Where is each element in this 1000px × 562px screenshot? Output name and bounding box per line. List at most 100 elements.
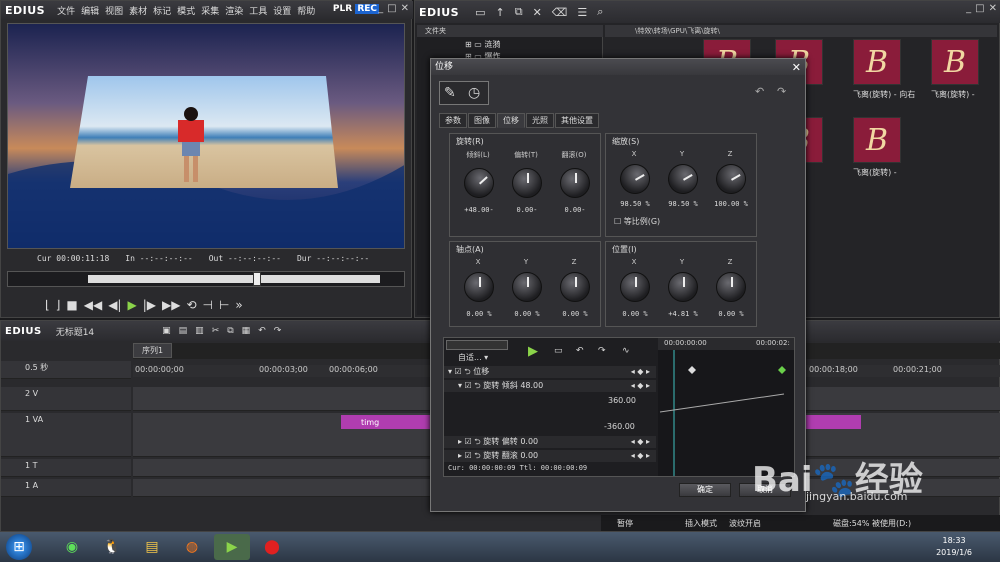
menu-settings[interactable]: 设置 [273, 4, 291, 17]
cut-tool-icon[interactable]: ✂ [212, 326, 220, 336]
kf-row-transform[interactable]: ▾ ☑ ⮌ 位移 ◂ ◆ ▸ [444, 366, 656, 378]
pivot-z-knob[interactable] [560, 272, 590, 302]
firefox-icon[interactable]: ◍ [174, 534, 210, 560]
qq-icon[interactable]: 🐧 [94, 534, 130, 560]
zoom-control[interactable]: 0.5 秒 [1, 361, 131, 379]
step-back-icon[interactable]: ◀| [108, 298, 121, 312]
menu-render[interactable]: 渲染 [225, 4, 243, 17]
pivot-z-value[interactable]: 0.00 % [550, 310, 600, 318]
system-clock[interactable]: 18:33 2019/1/6 [936, 535, 972, 559]
palette-icon[interactable]: ✎ [444, 85, 456, 101]
rotation-roll-value[interactable]: 0.00- [550, 206, 600, 214]
transition-thumb[interactable]: B [853, 39, 901, 85]
scrub-handle[interactable] [253, 272, 262, 286]
paste-icon[interactable]: ▦ [242, 326, 251, 336]
pivot-x-value[interactable]: 0.00 % [454, 310, 504, 318]
sequence-tab[interactable]: 序列1 [133, 343, 173, 358]
fast-forward-icon[interactable]: ▶▶ [162, 298, 180, 312]
rotation-tilt-value[interactable]: +48.00- [454, 206, 504, 214]
kf-row-roll[interactable]: ▸ ☑ ⮌ 旋转 翻滚 0.00 ◂ ◆ ▸ [444, 450, 656, 462]
menu-tools[interactable]: 工具 [249, 4, 267, 17]
kf-nav-icon[interactable]: ◂ ◆ ▸ [631, 366, 650, 378]
dialog-close-icon[interactable]: ✕ [792, 60, 801, 76]
keyframe-loop-icon[interactable]: ▭ [554, 346, 563, 356]
loop-icon[interactable]: ⟲ [186, 298, 196, 312]
new-sequence-icon[interactable]: ▣ [162, 326, 171, 336]
position-y-knob[interactable] [668, 272, 698, 302]
search-icon[interactable]: ⌕ [597, 5, 603, 19]
scale-y-value[interactable]: 98.50 % [658, 200, 708, 208]
save-icon[interactable]: ▥ [195, 326, 204, 336]
scale-y-knob[interactable] [662, 158, 704, 200]
keyframe-mode-select[interactable]: 自适... ▾ [458, 352, 488, 363]
dialog-undo-icon[interactable]: ↶ [755, 85, 764, 98]
rec-label[interactable]: REC [355, 4, 379, 14]
keyframe-graph-icon[interactable]: ∿ [622, 346, 630, 356]
plr-label[interactable]: PLR [333, 4, 352, 14]
menu-edit[interactable]: 编辑 [81, 4, 99, 17]
rewind-icon[interactable]: ◀◀ [84, 298, 102, 312]
bin-maximize-icon[interactable]: □ [975, 3, 984, 14]
kf-row-tilt[interactable]: ▾ ☑ ⮌ 旋转 倾斜 48.00 ◂ ◆ ▸ [444, 380, 656, 392]
undo-icon[interactable]: ↶ [258, 326, 266, 336]
more-icon[interactable]: » [235, 298, 242, 312]
stop-icon[interactable]: ■ [66, 298, 77, 312]
track-header-1a[interactable]: 1 A [1, 479, 131, 497]
scale-x-value[interactable]: 98.50 % [610, 200, 660, 208]
close-icon[interactable]: ✕ [401, 3, 409, 14]
start-icon[interactable]: ⊞ [6, 534, 32, 560]
scale-z-value[interactable]: 100.00 % [706, 200, 756, 208]
tab-lighting[interactable]: 光照 [526, 113, 554, 128]
explorer-icon[interactable]: ▤ [134, 534, 170, 560]
plr-rec-toggle[interactable]: PLR REC [333, 4, 379, 14]
bin-minimize-icon[interactable]: _ [966, 3, 971, 14]
menu-help[interactable]: 帮助 [297, 4, 315, 17]
rotation-tilt-knob[interactable] [457, 161, 501, 205]
menu-mode[interactable]: 模式 [177, 4, 195, 17]
cut-icon[interactable]: ✕ [533, 6, 542, 19]
proportional-checkbox[interactable]: ☐ 等比例(G) [614, 216, 660, 227]
keyframe-play-icon[interactable]: ▶ [528, 344, 538, 359]
transition-thumb[interactable]: B [931, 39, 979, 85]
position-z-knob[interactable] [716, 272, 746, 302]
track-header-2v[interactable]: 2 V [1, 387, 131, 411]
position-x-value[interactable]: 0.00 % [610, 310, 660, 318]
kf-row-value[interactable]: 0.00 [520, 451, 538, 460]
set-out-icon[interactable]: ⌋ [56, 298, 61, 312]
menu-view[interactable]: 视图 [105, 4, 123, 17]
track-header-1t[interactable]: 1 T [1, 459, 131, 477]
bin-close-icon[interactable]: ✕ [989, 3, 997, 14]
scrub-bar[interactable] [7, 271, 405, 287]
record-icon[interactable]: ⬤ [254, 534, 290, 560]
play-icon[interactable]: ▶ [127, 298, 136, 312]
folder-icon[interactable]: ▭ [475, 6, 485, 19]
tree-item-ripple[interactable]: ⊞ ▭ 涟漪 [465, 39, 500, 50]
keyframe-zoom-slider[interactable] [446, 340, 508, 350]
keyframe-prev-icon[interactable]: ↶ [576, 346, 584, 356]
dialog-redo-icon[interactable]: ↷ [777, 85, 786, 98]
rotation-roll-knob[interactable] [560, 168, 590, 198]
menu-marker[interactable]: 标记 [153, 4, 171, 17]
kf-row-value[interactable]: 48.00 [520, 381, 543, 390]
pivot-y-value[interactable]: 0.00 % [502, 310, 552, 318]
delete-icon[interactable]: ⌫ [552, 6, 568, 19]
menu-clip[interactable]: 素材 [129, 4, 147, 17]
minimize-icon[interactable]: _ [378, 3, 383, 14]
step-forward-icon[interactable]: |▶ [143, 298, 156, 312]
tab-transform[interactable]: 位移 [497, 113, 525, 128]
pivot-y-knob[interactable] [512, 272, 542, 302]
edius-task-icon[interactable]: ▶ [214, 534, 250, 560]
keyframe-next-icon[interactable]: ↷ [598, 346, 606, 356]
tab-image[interactable]: 图像 [468, 113, 496, 128]
track-header-1va[interactable]: 1 VA [1, 413, 131, 457]
rotation-yaw-knob[interactable] [512, 168, 542, 198]
transition-thumb[interactable]: B [853, 117, 901, 163]
menu-file[interactable]: 文件 [57, 4, 75, 17]
rotation-yaw-value[interactable]: 0.00- [502, 206, 552, 214]
pivot-x-knob[interactable] [464, 272, 494, 302]
copy-icon[interactable]: ⧉ [515, 5, 523, 19]
position-z-value[interactable]: 0.00 % [706, 310, 756, 318]
clock-icon[interactable]: ◷ [468, 85, 480, 101]
scale-x-knob[interactable] [614, 158, 656, 200]
tab-other[interactable]: 其他设置 [555, 113, 599, 128]
